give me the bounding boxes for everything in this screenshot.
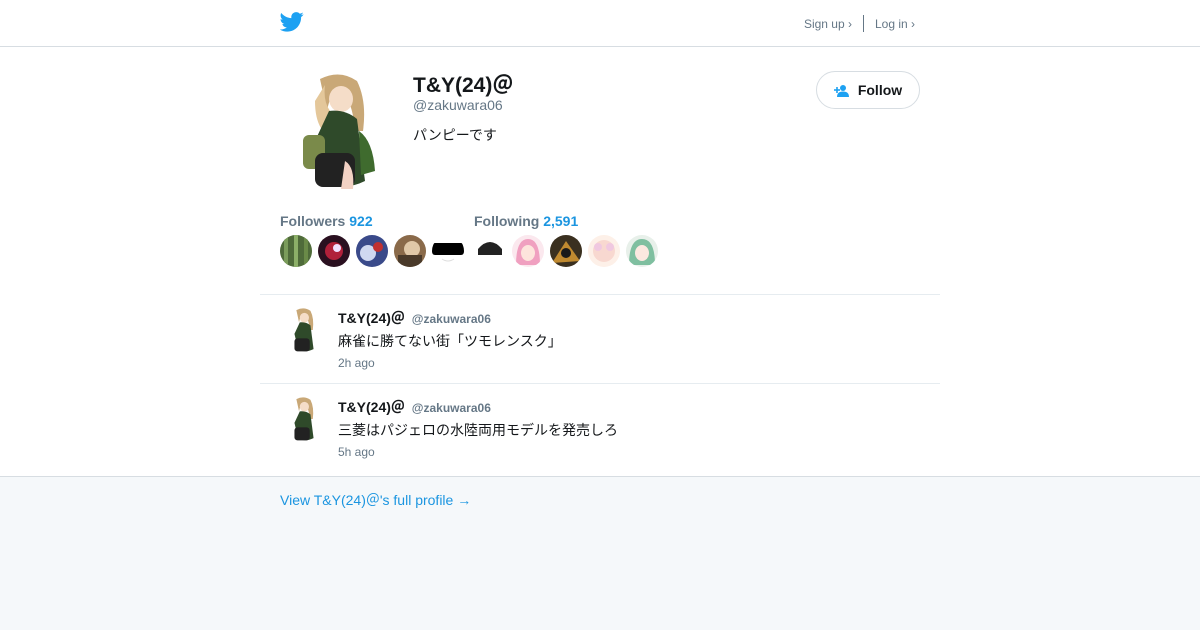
tweet-text: 麻雀に勝てない街「ツモレンスク」 xyxy=(338,333,562,349)
following-avatar[interactable] xyxy=(474,235,506,267)
tweet[interactable]: T&Y(24)＠ @zakuwara06 三菱はパジェロの水陸両用モデルを発売し… xyxy=(260,383,940,472)
profile-name: T&Y(24)＠ xyxy=(413,74,514,97)
profile-handle: @zakuwara06 xyxy=(413,97,503,113)
followers-stat[interactable]: Followers 922 xyxy=(280,213,373,229)
profile-bio: パンピーです xyxy=(413,127,497,143)
following-label: Following xyxy=(474,213,540,229)
followers-count: 922 xyxy=(349,213,373,229)
signup-link[interactable]: Sign up › xyxy=(804,17,852,31)
following-avatar[interactable] xyxy=(588,235,620,267)
followers-avatars xyxy=(280,235,470,267)
tweet-avatar[interactable] xyxy=(283,394,325,444)
tweet[interactable]: T&Y(24)＠ @zakuwara06 麻雀に勝てない街「ツモレンスク」 2h… xyxy=(260,294,940,383)
profile-avatar[interactable] xyxy=(285,71,395,191)
follower-avatar[interactable] xyxy=(280,235,312,267)
following-avatars xyxy=(474,235,664,267)
follow-button-label: Follow xyxy=(857,82,903,98)
follower-avatar[interactable] xyxy=(318,235,350,267)
following-count: 2,591 xyxy=(543,213,579,229)
login-link[interactable]: Log in › xyxy=(875,17,915,31)
nav-divider xyxy=(862,15,864,32)
profile-card: T&Y(24)＠ @zakuwara06 パンピーです Follow Follo… xyxy=(0,47,1200,477)
follower-avatar[interactable] xyxy=(356,235,388,267)
auth-links: Sign up › Log in › xyxy=(804,15,915,32)
follower-avatar[interactable] xyxy=(432,235,464,267)
add-user-icon xyxy=(833,84,849,97)
tweet-list: T&Y(24)＠ @zakuwara06 麻雀に勝てない街「ツモレンスク」 2h… xyxy=(260,294,940,472)
tweet-author-name[interactable]: T&Y(24)＠ xyxy=(338,399,405,415)
followers-label: Followers xyxy=(280,213,346,229)
view-full-profile-link[interactable]: View T&Y(24)＠'s full profile → xyxy=(280,490,471,510)
tweet-timestamp[interactable]: 5h ago xyxy=(338,445,375,459)
tweet-timestamp[interactable]: 2h ago xyxy=(338,356,375,370)
tweet-header: T&Y(24)＠ @zakuwara06 xyxy=(338,308,491,328)
tweet-author-handle[interactable]: @zakuwara06 xyxy=(412,312,491,326)
top-bar: Sign up › Log in › xyxy=(0,0,1200,47)
tweet-author-handle[interactable]: @zakuwara06 xyxy=(412,401,491,415)
profile-container: T&Y(24)＠ @zakuwara06 パンピーです Follow Follo… xyxy=(260,47,940,477)
twitter-bird-icon[interactable] xyxy=(280,11,304,33)
tweet-author-name[interactable]: T&Y(24)＠ xyxy=(338,310,405,326)
tweet-header: T&Y(24)＠ @zakuwara06 xyxy=(338,397,491,417)
following-stat[interactable]: Following 2,591 xyxy=(474,213,578,229)
following-avatar[interactable] xyxy=(626,235,658,267)
tweet-avatar[interactable] xyxy=(283,305,325,355)
follow-button[interactable]: Follow xyxy=(816,71,920,109)
following-avatar[interactable] xyxy=(512,235,544,267)
following-avatar[interactable] xyxy=(550,235,582,267)
tweet-text: 三菱はパジェロの水陸両用モデルを発売しろ xyxy=(338,422,618,438)
follower-avatar[interactable] xyxy=(394,235,426,267)
